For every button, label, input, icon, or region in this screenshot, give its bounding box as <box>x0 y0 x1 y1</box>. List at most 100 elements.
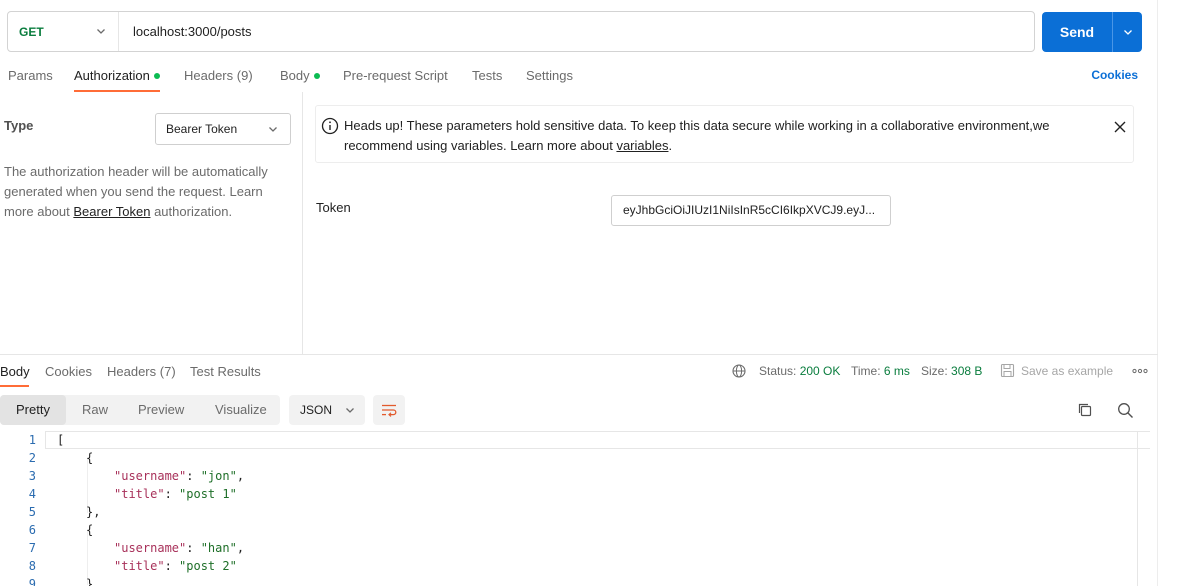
auth-description: The authorization header will be automat… <box>4 162 279 222</box>
active-tab-indicator <box>74 90 160 92</box>
line-number: 8 <box>28 559 36 573</box>
line-number: 7 <box>28 541 36 555</box>
globe-icon[interactable] <box>732 364 746 378</box>
auth-type-value: Bearer Token <box>166 122 238 136</box>
method-select[interactable]: GET <box>8 12 119 51</box>
code-line: "title": "post 2" <box>114 559 237 573</box>
auth-desc-tail: authorization. <box>150 204 233 219</box>
tab-authorization[interactable]: Authorization <box>74 68 160 83</box>
active-dot-icon <box>153 72 160 79</box>
response-body-editor[interactable]: 1 2 3 4 5 6 7 8 9 [ { "username": "jon",… <box>0 431 1150 586</box>
active-response-tab-indicator <box>0 385 29 387</box>
tab-headers-label: Headers <box>184 68 234 83</box>
code-line: { <box>86 451 94 465</box>
code-line: "username": "han", <box>114 541 245 555</box>
send-button[interactable]: Send <box>1042 12 1142 52</box>
url-bar: GET localhost:3000/posts <box>7 11 1035 52</box>
response-tab-headers[interactable]: Headers (7) <box>107 364 176 379</box>
json-key: "username" <box>114 541 187 555</box>
pane-divider[interactable] <box>0 354 1158 355</box>
headers-count: (9) <box>236 68 253 83</box>
pane-edge <box>1157 0 1158 586</box>
type-label: Type <box>4 118 34 133</box>
view-mode-group: Pretty Raw Preview Visualize <box>0 395 280 425</box>
code-line: }, <box>86 505 101 519</box>
sensitive-data-notice: Heads up! These parameters hold sensitiv… <box>315 105 1134 163</box>
chevron-down-icon <box>346 408 354 413</box>
info-icon <box>321 117 339 135</box>
bearer-token-link[interactable]: Bearer Token <box>73 204 150 219</box>
auth-type-select[interactable]: Bearer Token <box>155 113 291 145</box>
json-value: "jon" <box>200 469 237 483</box>
code-line: } <box>86 577 94 586</box>
chevron-down-icon <box>1123 30 1132 35</box>
response-tab-cookies[interactable]: Cookies <box>45 364 92 379</box>
response-size[interactable]: Size: 308 B <box>921 364 982 378</box>
json-key: "username" <box>114 469 187 483</box>
status-label: Status: <box>759 364 797 378</box>
notice-tail: . <box>668 138 673 153</box>
response-headers-label: Headers <box>107 364 157 379</box>
cookies-link[interactable]: Cookies <box>1091 68 1138 82</box>
size-value: 308 B <box>951 364 983 378</box>
active-dot-icon <box>313 72 320 79</box>
view-pretty-button[interactable]: Pretty <box>0 395 66 425</box>
code-line: { <box>86 523 94 537</box>
view-raw-button[interactable]: Raw <box>66 395 124 425</box>
size-label: Size: <box>921 364 948 378</box>
tab-body[interactable]: Body <box>280 68 320 83</box>
copy-icon[interactable] <box>1077 402 1093 418</box>
response-time[interactable]: Time: 6 ms <box>851 364 910 378</box>
response-headers-count: (7) <box>159 364 176 379</box>
wrap-lines-icon <box>382 404 397 417</box>
json-value: "han" <box>200 541 237 555</box>
view-preview-button[interactable]: Preview <box>122 395 200 425</box>
panel-divider[interactable] <box>302 92 303 354</box>
format-select[interactable]: JSON <box>289 395 365 425</box>
code-line: [ <box>57 433 65 447</box>
code-line: "username": "jon", <box>114 469 245 483</box>
request-tabs: Params Authorization Headers (9) Body Pr… <box>0 60 1158 92</box>
time-label: Time: <box>851 364 881 378</box>
method-label: GET <box>19 24 44 39</box>
line-number: 6 <box>28 523 36 537</box>
tab-body-label: Body <box>280 68 310 83</box>
tab-headers[interactable]: Headers (9) <box>184 68 253 83</box>
wrap-lines-button[interactable] <box>373 395 405 425</box>
save-as-example-label: Save as example <box>1021 363 1114 378</box>
tab-settings[interactable]: Settings <box>526 68 573 83</box>
more-options-icon[interactable] <box>1132 368 1148 374</box>
json-key: "title" <box>114 487 165 501</box>
tab-prerequest-script[interactable]: Pre-request Script <box>343 68 448 83</box>
time-value: 6 ms <box>883 364 910 378</box>
code-line: "title": "post 1" <box>114 487 237 501</box>
view-visualize-button[interactable]: Visualize <box>199 395 283 425</box>
token-label: Token <box>316 200 351 215</box>
format-value: JSON <box>300 403 333 417</box>
tab-authorization-label: Authorization <box>74 68 150 83</box>
send-options-button[interactable] <box>1112 12 1142 52</box>
line-number: 1 <box>28 433 36 447</box>
close-icon[interactable] <box>1112 119 1128 135</box>
save-as-example-button[interactable]: Save as example <box>1000 363 1113 378</box>
response-tab-body[interactable]: Body <box>0 364 30 379</box>
notice-body: Heads up! These parameters hold sensitiv… <box>344 118 1050 153</box>
json-key: "title" <box>114 559 165 573</box>
search-icon[interactable] <box>1117 402 1134 419</box>
line-number: 3 <box>28 469 36 483</box>
tab-tests[interactable]: Tests <box>472 68 502 83</box>
notice-text: Heads up! These parameters hold sensitiv… <box>344 116 1064 156</box>
json-value: "post 2" <box>179 559 237 573</box>
status-value: 200 OK <box>799 364 841 378</box>
tab-params[interactable]: Params <box>8 68 53 83</box>
line-number: 2 <box>28 451 36 465</box>
save-icon <box>1000 363 1015 378</box>
variables-link[interactable]: variables <box>616 138 668 153</box>
response-status[interactable]: Status: 200 OK <box>759 364 840 378</box>
token-input[interactable]: eyJhbGciOiJIUzI1NiIsInR5cCI6IkpXVCJ9.eyJ… <box>611 195 891 226</box>
url-input[interactable]: localhost:3000/posts <box>119 24 252 39</box>
send-label: Send <box>1059 24 1095 40</box>
response-tab-test-results[interactable]: Test Results <box>190 364 261 379</box>
chevron-down-icon <box>97 29 105 34</box>
line-number: 4 <box>28 487 36 501</box>
